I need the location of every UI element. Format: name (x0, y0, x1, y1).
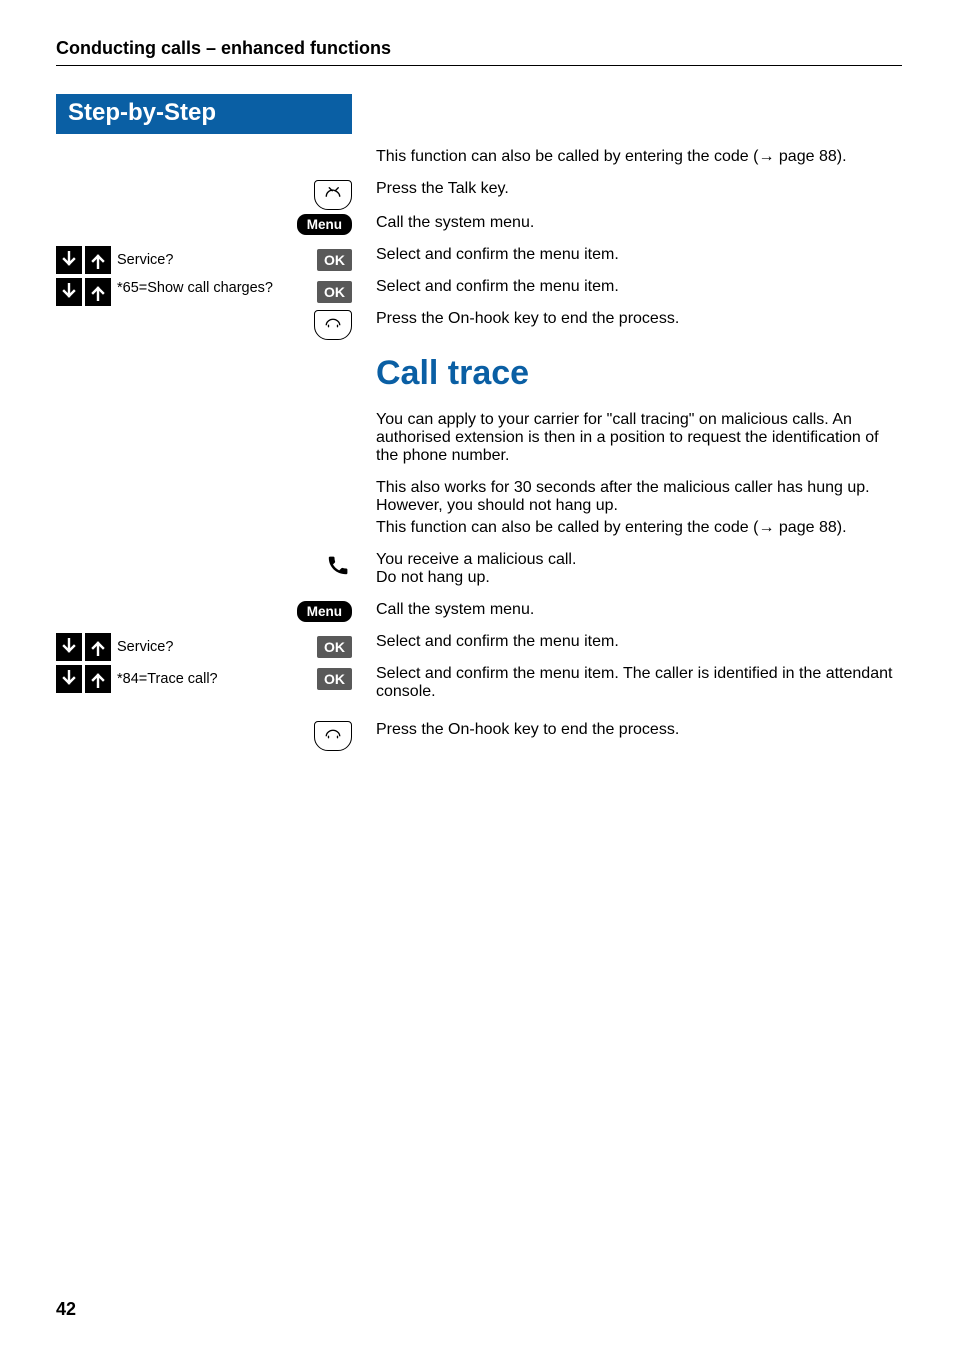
nav-down-up[interactable] (56, 246, 111, 274)
call-trace-p1: You can apply to your carrier for "call … (376, 411, 902, 465)
nav-up-icon[interactable] (85, 278, 111, 306)
select-confirm-1: Select and confirm the menu item. (376, 246, 902, 264)
nav-down-up[interactable] (56, 278, 111, 306)
select-confirm-2: Select and confirm the menu item. (376, 278, 902, 296)
nav-up-icon[interactable] (85, 246, 111, 274)
ok-button[interactable]: OK (317, 668, 352, 690)
ct-p3-a: This function can also be called by ente… (376, 519, 758, 536)
call-menu-text-2: Call the system menu. (376, 601, 902, 619)
nav-up-icon[interactable] (85, 633, 111, 661)
menu-item-trace-call: *84=Trace call? (111, 665, 317, 693)
receive-call-text: You receive a malicious call. Do not han… (376, 551, 902, 587)
page-number: 42 (56, 1299, 76, 1320)
nav-up-icon[interactable] (85, 665, 111, 693)
ok-button[interactable]: OK (317, 281, 352, 303)
nav-down-up[interactable] (56, 633, 111, 661)
intro-text-a: This function can also be called by ente… (376, 148, 758, 165)
menu-softkey[interactable]: Menu (297, 601, 352, 622)
nav-down-icon[interactable] (56, 665, 82, 693)
press-onhook-2: Press the On-hook key to end the process… (376, 721, 902, 739)
ct-p3-b: page 88). (774, 519, 846, 536)
handset-icon (324, 551, 352, 579)
nav-down-icon[interactable] (56, 246, 82, 274)
nav-down-up[interactable] (56, 665, 111, 693)
intro-text-b: page 88). (774, 148, 846, 165)
section-title-call-trace: Call trace (376, 354, 902, 393)
receive-call-l1: You receive a malicious call. (376, 551, 576, 568)
intro-paragraph: This function can also be called by ente… (376, 148, 902, 166)
onhook-key-icon (314, 310, 352, 340)
call-trace-p2: This also works for 30 seconds after the… (376, 479, 902, 515)
menu-item-service: Service? (111, 246, 317, 274)
nav-down-icon[interactable] (56, 633, 82, 661)
press-talk-text: Press the Talk key. (376, 180, 902, 198)
nav-down-icon[interactable] (56, 278, 82, 306)
menu-softkey[interactable]: Menu (297, 214, 352, 235)
talk-key-icon (314, 180, 352, 210)
onhook-key-icon (314, 721, 352, 751)
receive-call-l2: Do not hang up. (376, 569, 490, 586)
arrow-right-icon: → (758, 519, 774, 536)
ok-button[interactable]: OK (317, 249, 352, 271)
press-onhook-1: Press the On-hook key to end the process… (376, 310, 902, 328)
menu-item-service: Service? (111, 633, 317, 661)
call-trace-p3: This function can also be called by ente… (376, 519, 902, 537)
select-confirm-3: Select and confirm the menu item. (376, 633, 902, 651)
select-confirm-trace: Select and confirm the menu item. The ca… (376, 665, 902, 701)
sidebar-title: Step-by-Step (56, 94, 352, 134)
call-menu-text: Call the system menu. (376, 214, 902, 232)
running-header: Conducting calls – enhanced functions (56, 38, 902, 66)
menu-item-show-charges: *65=Show call charges? (111, 278, 317, 306)
ok-button[interactable]: OK (317, 636, 352, 658)
arrow-right-icon: → (758, 148, 774, 165)
